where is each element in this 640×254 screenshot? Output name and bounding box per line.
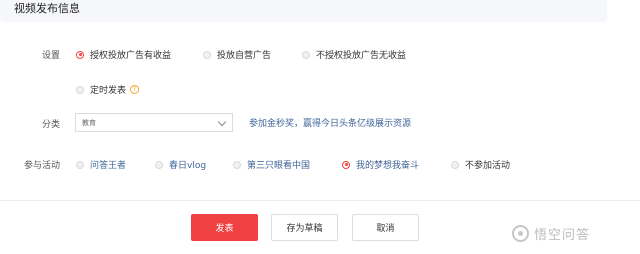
- golden-second-award-link[interactable]: 参加金秒奖，赢得今日头条亿级展示资源: [249, 116, 411, 129]
- radio-self-ads-label: 投放自营广告: [217, 51, 272, 61]
- activity-none-label: 不参加活动: [465, 161, 511, 171]
- radio-no-ads[interactable]: 不授权投放广告无收益: [302, 48, 406, 61]
- radio-unchecked-icon: [155, 160, 163, 169]
- activity-qa-king-label: 问答王者: [90, 161, 127, 171]
- radio-checked-icon: [76, 50, 84, 59]
- save-draft-button[interactable]: 存为草稿: [271, 214, 338, 241]
- scheduled-publish-label: 定时发表: [90, 86, 127, 96]
- radio-activity-spring-vlog[interactable]: 春日vlog: [155, 158, 206, 171]
- settings-label: 设置: [41, 51, 60, 61]
- activity-third-eye-label: 第三只眼看中国: [247, 161, 311, 171]
- watermark-text: 悟空问答: [534, 228, 591, 243]
- radio-unchecked-icon: [233, 160, 241, 169]
- radio-activity-none[interactable]: 不参加活动: [451, 158, 510, 171]
- radio-unchecked-icon: [451, 160, 459, 169]
- radio-activity-qa-king[interactable]: 问答王者: [76, 158, 126, 171]
- publish-button[interactable]: 发表: [191, 214, 258, 241]
- radio-activity-my-dream[interactable]: 我的梦想我奋斗: [342, 158, 419, 171]
- radio-ad-revenue-label: 授权投放广告有收益: [90, 51, 172, 61]
- category-select-value: 教育: [82, 119, 96, 127]
- radio-unchecked-icon: [76, 160, 84, 169]
- section-title: 视频发布信息: [14, 2, 80, 15]
- radio-ad-revenue[interactable]: 授权投放广告有收益: [76, 48, 171, 61]
- radio-self-ads[interactable]: 投放自营广告: [203, 48, 271, 61]
- radio-activity-third-eye[interactable]: 第三只眼看中国: [233, 158, 310, 171]
- wukong-watermark: 悟空问答: [512, 224, 590, 243]
- footer-divider: [0, 200, 640, 201]
- radio-no-ads-label: 不授权投放广告无收益: [316, 51, 407, 61]
- activity-label: 参与活动: [23, 161, 60, 171]
- category-select[interactable]: 教育: [75, 113, 233, 132]
- radio-checked-icon: [342, 160, 350, 169]
- activity-spring-vlog-label: 春日vlog: [169, 161, 207, 171]
- wukong-logo-icon: [512, 225, 529, 242]
- radio-unchecked-icon: [203, 50, 211, 59]
- checkbox-scheduled-publish[interactable]: 定时发表 ?: [76, 83, 140, 96]
- radio-unchecked-icon: [76, 85, 84, 94]
- radio-unchecked-icon: [302, 50, 310, 59]
- category-label: 分类: [41, 120, 60, 130]
- section-header: 视频发布信息: [0, 0, 607, 22]
- chevron-down-icon: [217, 117, 227, 127]
- help-icon[interactable]: ?: [130, 85, 140, 94]
- activity-my-dream-label: 我的梦想我奋斗: [356, 161, 420, 171]
- cancel-button[interactable]: 取消: [352, 214, 419, 241]
